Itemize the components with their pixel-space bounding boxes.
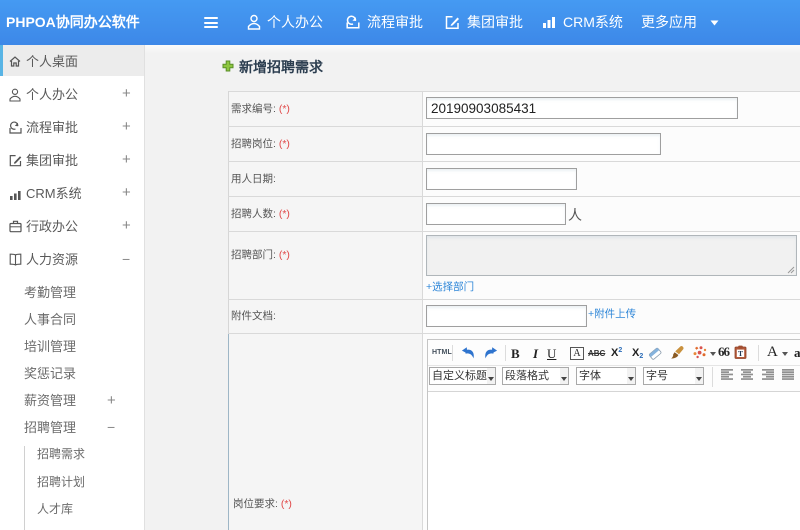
svg-text:T: T <box>738 349 743 358</box>
